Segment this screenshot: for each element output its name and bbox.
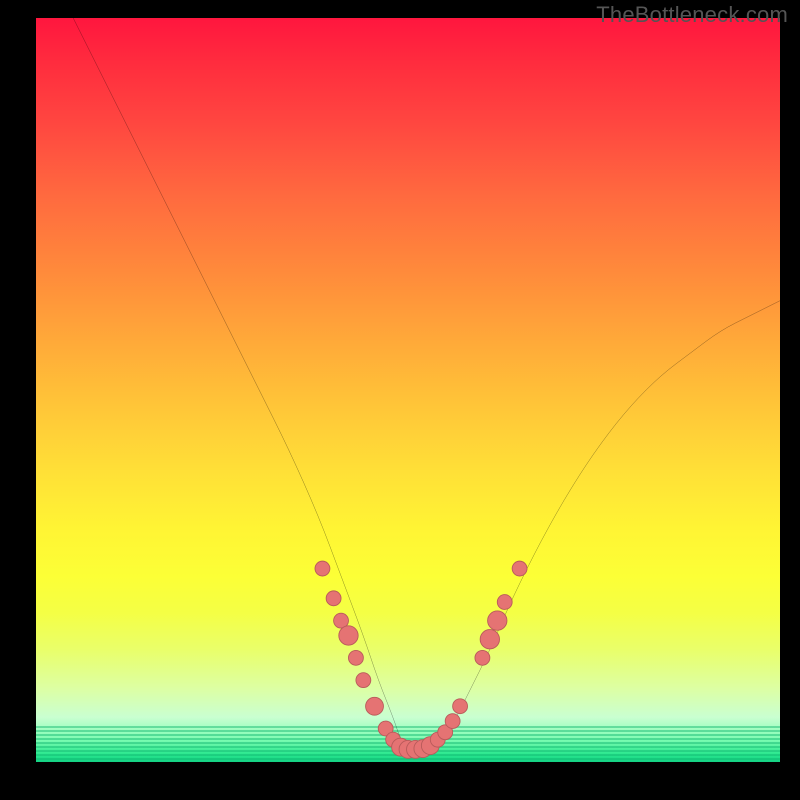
chart-svg — [36, 18, 780, 762]
green-stripes — [36, 724, 780, 762]
plot-area — [36, 18, 780, 762]
data-marker — [438, 725, 453, 740]
data-marker — [386, 732, 401, 747]
data-marker — [480, 630, 499, 649]
data-marker — [315, 561, 330, 576]
data-marker — [356, 673, 371, 688]
data-marker — [430, 732, 445, 747]
data-marker — [445, 714, 460, 729]
data-marker — [326, 591, 341, 606]
data-marker — [339, 626, 358, 645]
data-marker — [378, 721, 393, 736]
data-marker — [392, 738, 410, 756]
data-marker — [512, 561, 527, 576]
data-marker — [475, 650, 490, 665]
data-marker — [334, 613, 349, 628]
data-marker — [421, 737, 439, 755]
v-curve — [73, 18, 780, 747]
data-marker — [366, 697, 384, 715]
data-marker — [407, 740, 425, 758]
frame: TheBottleneck.com — [0, 0, 800, 800]
watermark: TheBottleneck.com — [596, 2, 788, 28]
data-marker — [348, 650, 363, 665]
data-marker — [488, 611, 507, 630]
data-marker — [453, 699, 468, 714]
markers-group — [315, 561, 527, 758]
data-marker — [414, 740, 432, 758]
data-marker — [399, 740, 417, 758]
data-marker — [497, 595, 512, 610]
